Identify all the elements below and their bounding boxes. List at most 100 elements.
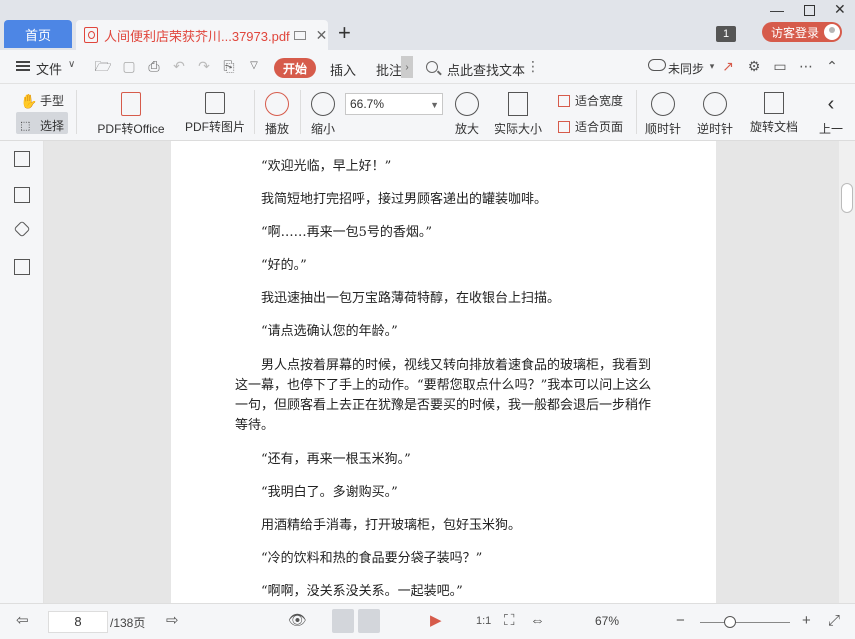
play-button[interactable]: 播放: [262, 92, 292, 137]
tab-start[interactable]: 开始: [274, 58, 316, 78]
redo-icon[interactable]: ↷: [195, 58, 213, 74]
maximize-icon[interactable]: [804, 5, 815, 16]
more-tabs-arrow-icon[interactable]: ›: [401, 56, 413, 78]
share-icon[interactable]: ↗: [720, 58, 736, 74]
thumbnail-icon[interactable]: [14, 187, 30, 203]
export-icon[interactable]: ⎘: [220, 58, 238, 74]
settings-icon[interactable]: ⚙: [746, 58, 762, 74]
page-total: /138页: [110, 616, 146, 630]
zoom-in-icon: [455, 92, 479, 116]
print-icon[interactable]: ⎙: [145, 58, 163, 74]
two-page-view-button[interactable]: [384, 609, 406, 633]
zoom-slider-thumb[interactable]: [724, 616, 736, 628]
screen-icon[interactable]: [293, 30, 306, 40]
eye-icon[interactable]: 👁: [288, 612, 307, 630]
rotate-counterclockwise-icon: [703, 92, 727, 116]
previous-page-label: 上一: [818, 122, 843, 136]
fit-width-icon[interactable]: ⇔: [530, 612, 545, 630]
pdf-to-office-button[interactable]: PDF转Office: [92, 92, 170, 137]
close-window-icon[interactable]: ✕: [834, 1, 846, 18]
outline-icon[interactable]: [14, 151, 30, 167]
divider: [254, 90, 255, 134]
prev-page-arrow-icon[interactable]: ⇦: [16, 612, 29, 630]
single-page-view-button[interactable]: [332, 609, 354, 633]
pdf-to-image-button[interactable]: PDF转图片: [184, 92, 246, 135]
comment-icon[interactable]: ▭: [772, 58, 788, 74]
guest-login-label: 访客登录: [771, 25, 820, 40]
customize-dropdown-icon[interactable]: ▽: [245, 58, 263, 74]
rotate-document-label: 旋转文档: [749, 120, 798, 134]
annotation-icon[interactable]: [13, 220, 31, 238]
pdf-to-image-label: PDF转图片: [184, 120, 245, 134]
collapse-ribbon-icon[interactable]: ⌃: [824, 58, 840, 74]
fullscreen-icon[interactable]: ⤢: [828, 612, 840, 630]
chevron-down-icon[interactable]: ∨: [68, 59, 75, 70]
pdf-icon: [84, 27, 98, 43]
continuous-view-button[interactable]: [358, 609, 380, 633]
save-icon[interactable]: ▢: [120, 58, 138, 74]
tab-insert[interactable]: 插入: [330, 60, 356, 79]
fit-width-button[interactable]: 适合宽度: [558, 92, 623, 109]
zoom-in-icon[interactable]: +: [802, 612, 811, 630]
more-dots-icon[interactable]: ⋯: [798, 58, 814, 74]
page-number-input[interactable]: 8: [48, 611, 108, 633]
actual-size-button[interactable]: 实际大小: [492, 92, 544, 137]
play-icon[interactable]: ▶: [430, 612, 442, 630]
vertical-scrollbar[interactable]: [839, 141, 855, 603]
next-page-arrow-icon[interactable]: ⇨: [166, 612, 179, 630]
rotate-ccw-label: 逆时针: [696, 122, 733, 136]
hand-tool-button[interactable]: ✋ 手型: [20, 92, 64, 109]
divider: [76, 90, 77, 134]
chevron-down-icon[interactable]: ▼: [430, 95, 439, 115]
actual-size-icon: [508, 92, 528, 116]
title-bar: 首页 人间便利店荣获芥川...37973.pdf ✕ + — ✕ 1 访客登录: [0, 0, 855, 50]
zoom-select[interactable]: 66.7% ▼: [345, 93, 443, 115]
rotate-clockwise-icon: [651, 92, 675, 116]
signature-icon[interactable]: [14, 259, 30, 275]
fit-page-label: 适合页面: [575, 120, 624, 134]
search-icon[interactable]: [426, 61, 438, 73]
more-icon[interactable]: ⋮: [526, 58, 540, 75]
rotate-cw-label: 顺时针: [644, 122, 681, 136]
zoom-out-icon[interactable]: −: [676, 612, 685, 630]
window-count-badge[interactable]: 1: [716, 26, 736, 42]
select-tool-button[interactable]: ⬚ 选择: [20, 117, 64, 134]
file-menu[interactable]: 文件: [36, 59, 62, 78]
scrollbar-thumb[interactable]: [841, 183, 853, 213]
paragraph: “啊啊，没关系没关系。一起装吧。”: [261, 584, 463, 599]
chevron-left-icon: ‹: [827, 93, 835, 115]
rotate-ccw-button[interactable]: 逆时针: [694, 92, 736, 137]
actual-size-icon[interactable]: 1:1: [476, 612, 491, 630]
previous-page-button[interactable]: ‹ 上一: [816, 92, 846, 137]
rotate-cw-button[interactable]: 顺时针: [642, 92, 684, 137]
actual-size-label: 实际大小: [493, 122, 542, 136]
avatar: [824, 24, 840, 40]
paragraph: 男人点按着屏幕的时候，视线又转向排放着速食品的玻璃柜，我看到这一幕，也停下了手上…: [235, 358, 652, 433]
open-folder-icon[interactable]: 🗁: [94, 58, 112, 74]
zoom-in-button[interactable]: 放大: [452, 92, 482, 137]
tab-annotate[interactable]: 批注: [376, 60, 402, 79]
fit-page-icon[interactable]: ⛶: [504, 612, 515, 630]
menu-icon[interactable]: [16, 61, 30, 63]
cloud-icon[interactable]: [648, 59, 666, 71]
search-text-button[interactable]: 点此查找文本: [447, 60, 525, 79]
paragraph: “还有，再来一根玉米狗。”: [261, 452, 411, 467]
ribbon-toolbar: ✋ 手型 ⬚ 选择 PDF转Office PDF转图片 播放 缩小 66.7% …: [0, 84, 855, 141]
rotate-document-button[interactable]: 旋转文档: [748, 92, 800, 135]
zoom-slider[interactable]: [700, 622, 790, 623]
undo-icon[interactable]: ↶: [170, 58, 188, 74]
tab-home[interactable]: 首页: [4, 20, 72, 48]
close-tab-icon[interactable]: ✕: [316, 27, 328, 44]
sync-status[interactable]: 未同步: [668, 60, 704, 77]
tab-document[interactable]: 人间便利店荣获芥川...37973.pdf ✕: [76, 20, 328, 50]
paragraph: 用酒精给手消毒，打开玻璃柜，包好玉米狗。: [261, 518, 522, 533]
fit-page-button[interactable]: 适合页面: [558, 118, 623, 135]
guest-login-button[interactable]: 访客登录: [762, 22, 842, 42]
new-tab-button[interactable]: +: [338, 22, 351, 44]
minimize-icon[interactable]: —: [770, 2, 784, 18]
sync-dropdown-icon[interactable]: ▾: [704, 58, 720, 74]
zoom-value: 66.7%: [350, 97, 385, 111]
paragraph: “我明白了。多谢购买。”: [261, 485, 398, 500]
pdf-to-office-label: PDF转Office: [97, 122, 165, 136]
zoom-out-button[interactable]: 缩小: [308, 92, 338, 137]
